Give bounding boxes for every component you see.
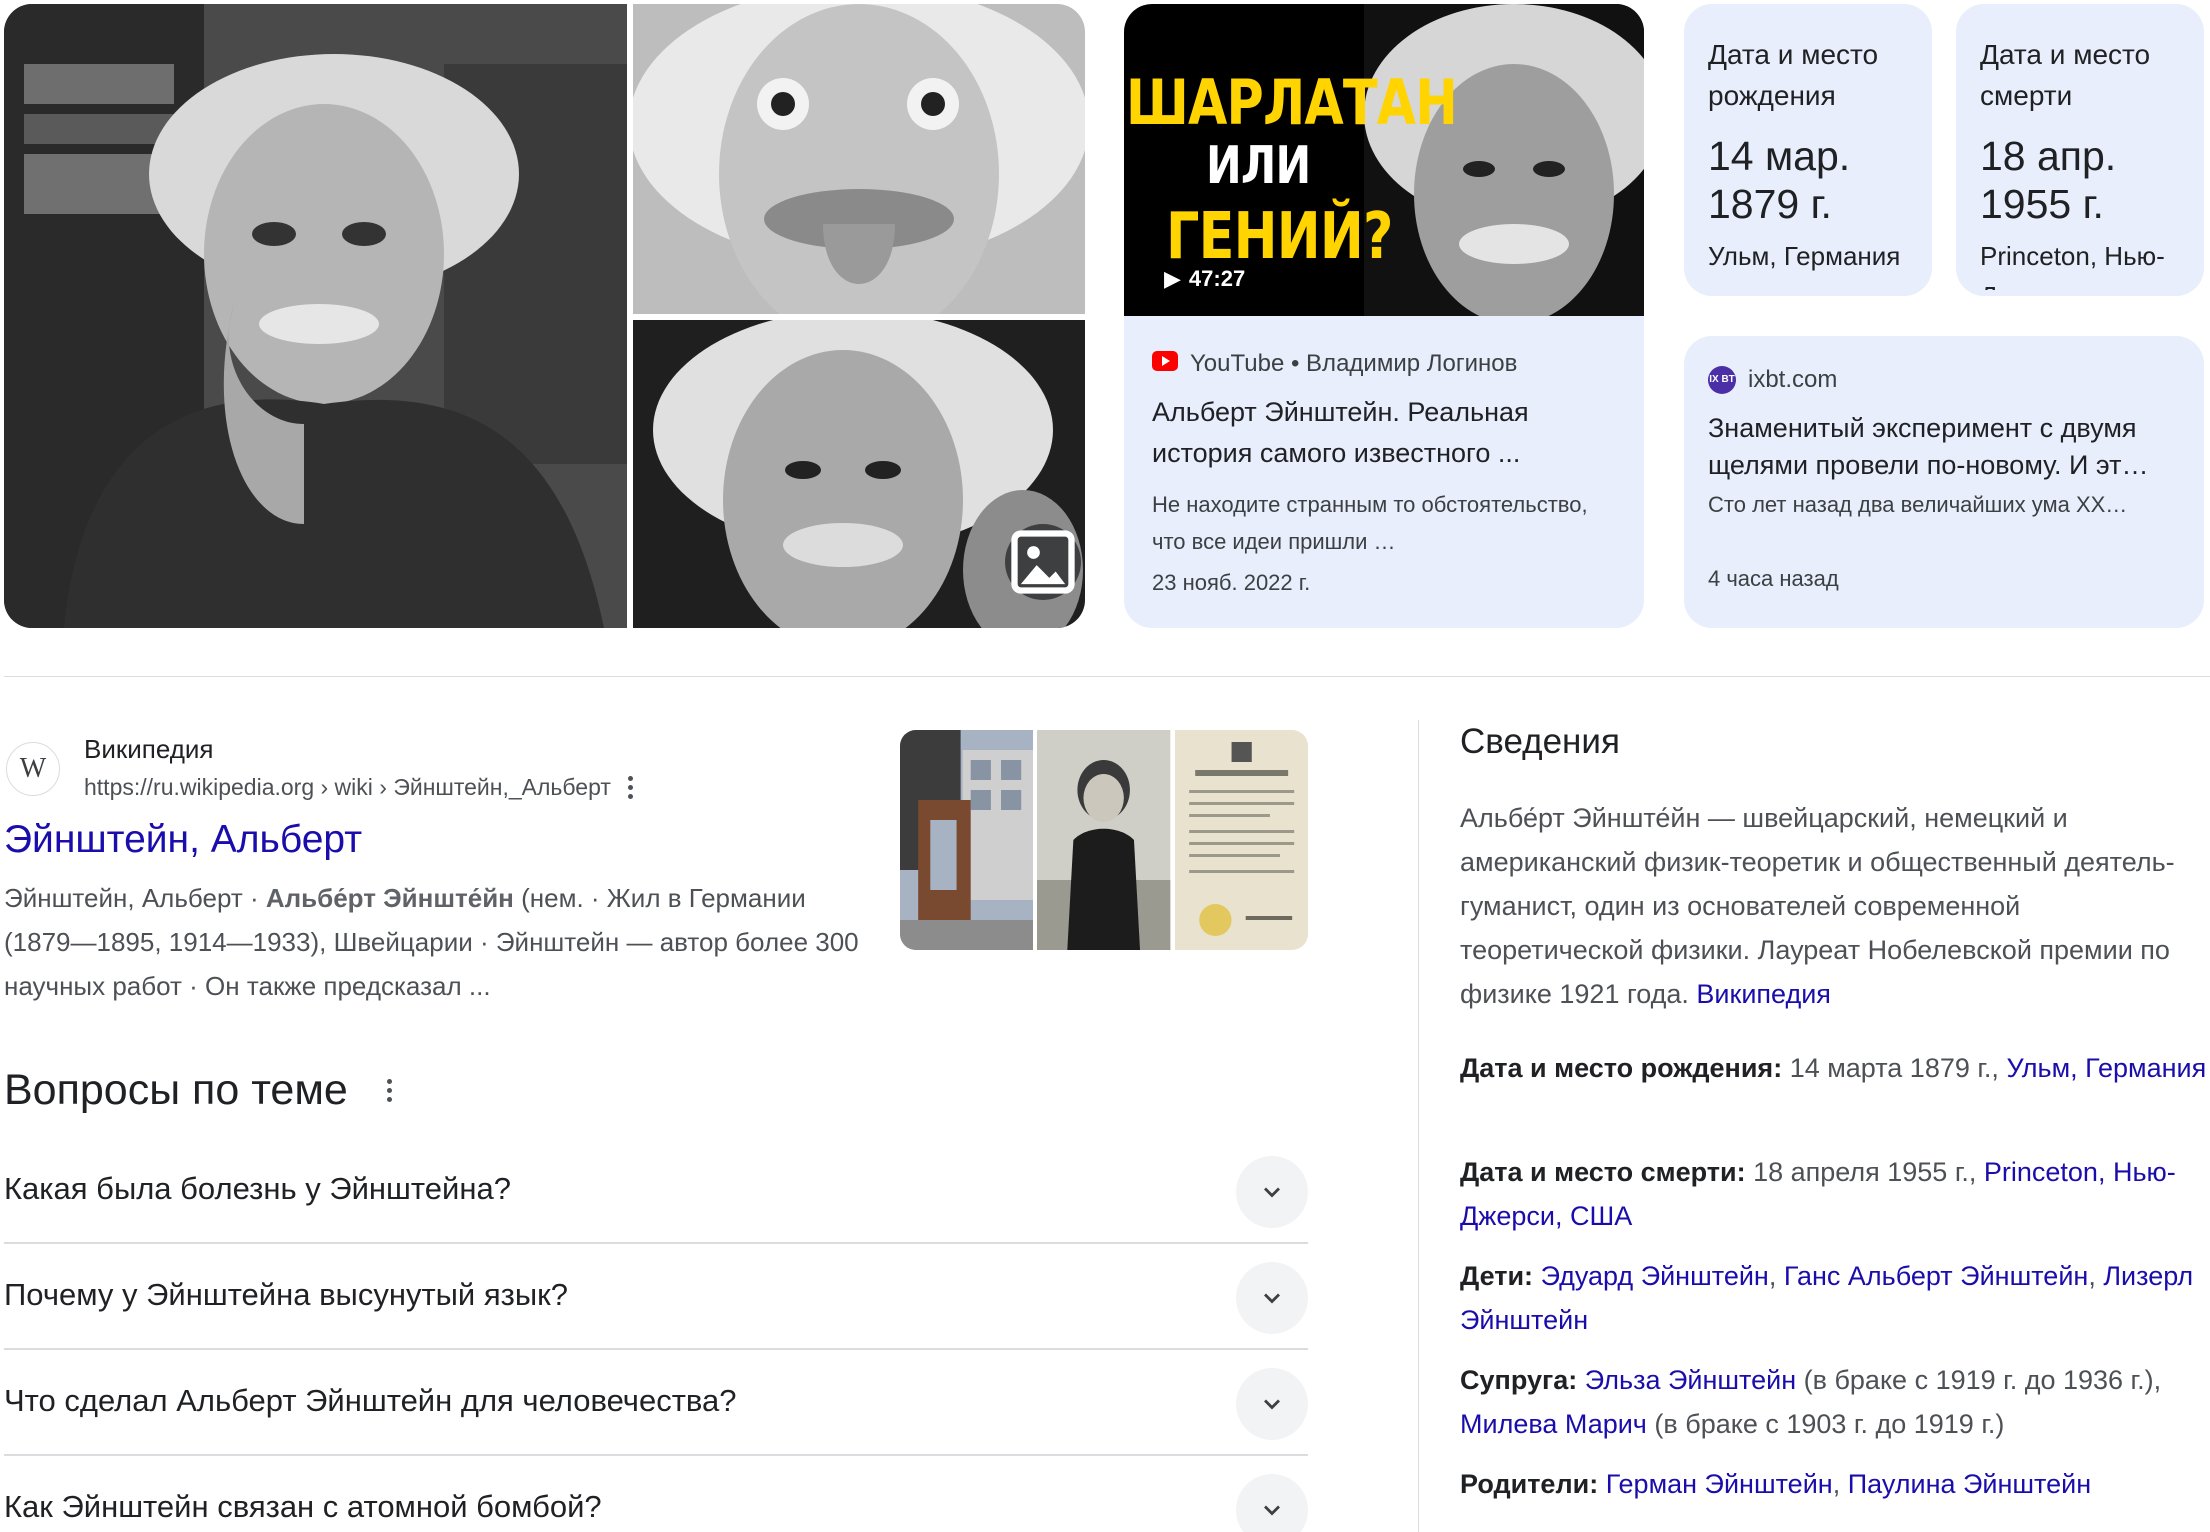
paa-question[interactable]: Почему у Эйнштейна высунутый язык? (4, 1242, 568, 1348)
kp-children-label: Дети: (1460, 1261, 1534, 1291)
section-divider (4, 676, 2210, 677)
video-card[interactable]: ШАРЛАТАН ИЛИ ГЕНИЙ? ▶ 47:27 YouTube • Вл… (1124, 4, 1644, 628)
kp-parent-link[interactable]: Паулина Эйнштейн (1848, 1469, 2091, 1499)
video-thumbnail-face (1364, 4, 1644, 316)
kp-fact-children: Дети: Эдуард Эйнштейн, Ганс Альберт Эйнш… (1460, 1254, 2210, 1342)
paa-question[interactable]: Что сделал Альберт Эйнштейн для человече… (4, 1348, 737, 1454)
paa-question[interactable]: Как Эйнштейн связан с атомной бомбой? (4, 1454, 602, 1532)
video-thumbnail[interactable]: ШАРЛАТАН ИЛИ ГЕНИЙ? ▶ 47:27 (1124, 4, 1644, 316)
paa-item[interactable]: Какая была болезнь у Эйнштейна? (4, 1136, 1308, 1244)
image-collage[interactable] (4, 4, 1085, 628)
wiki-url: https://ru.wikipedia.org › wiki › Эйнште… (84, 774, 637, 801)
more-vert-icon[interactable] (625, 776, 637, 799)
kp-birth-label: Дата и место рождения: (1460, 1053, 1783, 1083)
kp-birth-place-link[interactable]: Ульм, Германия (2006, 1053, 2206, 1083)
wiki-title-link[interactable]: Эйнштейн, Альберт (4, 818, 362, 862)
paa-heading-text: Вопросы по теме (4, 1066, 348, 1114)
kp-fact-spouse: Супруга: Эльза Эйнштейн (в браке с 1919 … (1460, 1358, 2210, 1446)
wiki-thumb-document[interactable] (1174, 730, 1308, 950)
kp-fact-parents: Родители: Герман Эйнштейн, Паулина Эйншт… (1460, 1462, 2210, 1506)
kp-separator: , (1768, 1261, 1784, 1291)
kp-spouse-label: Супруга: (1460, 1365, 1578, 1395)
kp-birth-date: 14 марта 1879 г., (1782, 1053, 2007, 1083)
news-card[interactable]: IX BT ixbt.com Знаменитый эксперимент с … (1684, 336, 2204, 628)
chevron-down-icon[interactable] (1236, 1156, 1308, 1228)
more-vert-icon[interactable] (384, 1079, 396, 1102)
kp-fact-birth: Дата и место рождения: 14 марта 1879 г.,… (1460, 1046, 2210, 1090)
kp-child-link[interactable]: Эдуард Эйнштейн (1541, 1261, 1769, 1291)
paa-item[interactable]: Почему у Эйнштейна высунутый язык? (4, 1242, 1308, 1350)
wiki-site-name: Википедия (84, 734, 214, 764)
video-duration-text: 47:27 (1188, 266, 1246, 291)
death-tile-place: Princeton, Нью-Джерси (1980, 241, 2165, 290)
kp-parent-link[interactable]: Герман Эйнштейн (1606, 1469, 1833, 1499)
ixbt-favicon-icon: IX BT (1708, 366, 1736, 394)
paa-heading: Вопросы по теме (4, 1066, 396, 1115)
chevron-down-icon[interactable] (1236, 1262, 1308, 1334)
einstein-photo-main[interactable] (4, 4, 627, 628)
image-search-icon[interactable] (1005, 524, 1081, 600)
kp-description: Альбе́рт Эйнште́йн — швейцарский, немецк… (1460, 796, 2210, 1016)
kp-separator: , (1832, 1469, 1848, 1499)
wiki-snippet: Эйнштейн, Альберт · Альбе́рт Эйнште́йн (… (4, 876, 864, 1008)
news-snippet: Сто лет назад два величайших ума XX… (1708, 492, 2128, 517)
birth-tile-place: Ульм, Германия (1708, 241, 1901, 271)
death-tile-value: 18 апр. 1955 г. (1980, 133, 2117, 227)
play-icon: ▶ (1164, 266, 1181, 291)
news-source: IX BT ixbt.com (1708, 366, 1837, 394)
paa-item[interactable]: Что сделал Альберт Эйнштейн для человече… (4, 1348, 1308, 1456)
video-snippet: Не находите странным то обстоятельство, … (1152, 492, 1588, 554)
news-title[interactable]: Знаменитый эксперимент с двумя щелями пр… (1708, 410, 2188, 484)
wikipedia-favicon-icon: W (6, 742, 60, 796)
paa-question[interactable]: Какая была болезнь у Эйнштейна? (4, 1136, 511, 1242)
kp-death-label: Дата и место смерти: (1460, 1157, 1746, 1187)
video-date: 23 нояб. 2022 г. (1152, 570, 1311, 595)
kp-death-date: 18 апреля 1955 г., (1745, 1157, 1984, 1187)
wiki-thumb-young-einstein[interactable] (1037, 730, 1171, 950)
kp-fact-death: Дата и место смерти: 18 апреля 1955 г., … (1460, 1150, 2210, 1238)
kp-wikipedia-link[interactable]: Википедия (1696, 979, 1831, 1009)
kp-separator: , (2088, 1261, 2104, 1291)
birth-tile-label: Дата и место рождения (1708, 39, 1879, 111)
kp-heading: Сведения (1460, 722, 1620, 761)
death-tile[interactable]: Дата и место смерти 18 апр. 1955 г. Prin… (1956, 4, 2204, 296)
video-title[interactable]: Альберт Эйнштейн. Реальная история самог… (1152, 392, 1612, 474)
kp-spouse-note: (в браке с 1919 г. до 1936 г.), (1796, 1365, 2162, 1395)
wiki-thumb-building[interactable] (900, 730, 1034, 950)
wiki-thumbnails[interactable] (900, 730, 1308, 950)
wiki-snippet-bold: Альбе́рт Эйнште́йн (265, 883, 514, 913)
video-thumb-text-3: ГЕНИЙ? (1166, 200, 1393, 274)
kp-spouse-link[interactable]: Эльза Эйнштейн (1585, 1365, 1796, 1395)
news-date: 4 часа назад (1708, 566, 1839, 591)
news-source-text: ixbt.com (1748, 366, 1838, 393)
kp-child-link[interactable]: Ганс Альберт Эйнштейн (1784, 1261, 2088, 1291)
video-thumb-text-2: ИЛИ (1206, 136, 1311, 196)
column-divider (1418, 720, 1419, 1532)
video-thumb-text-1: ШАРЛАТАН (1126, 66, 1458, 139)
kp-parents-label: Родители: (1460, 1469, 1599, 1499)
death-tile-label: Дата и место смерти (1980, 39, 2151, 111)
einstein-photo-portrait[interactable] (633, 320, 1085, 628)
chevron-down-icon[interactable] (1236, 1474, 1308, 1532)
einstein-photo-tongue[interactable] (633, 4, 1085, 314)
paa-item[interactable]: Как Эйнштейн связан с атомной бомбой? (4, 1454, 1308, 1532)
wiki-url-text: https://ru.wikipedia.org › wiki › Эйнште… (84, 774, 611, 800)
video-duration: ▶ 47:27 (1164, 266, 1245, 292)
birth-tile[interactable]: Дата и место рождения 14 мар. 1879 г. Ул… (1684, 4, 1932, 296)
wiki-snippet-part-1: Эйнштейн, Альберт · (4, 883, 266, 913)
birth-tile-value: 14 мар. 1879 г. (1708, 133, 1851, 227)
youtube-icon (1152, 350, 1178, 378)
kp-spouse-link[interactable]: Милева Марич (1460, 1409, 1647, 1439)
video-source: YouTube • Владимир Логинов (1152, 350, 1517, 378)
kp-spouse-note: (в браке с 1903 г. до 1919 г.) (1646, 1409, 2005, 1439)
chevron-down-icon[interactable] (1236, 1368, 1308, 1440)
video-source-text: YouTube • Владимир Логинов (1190, 350, 1518, 377)
